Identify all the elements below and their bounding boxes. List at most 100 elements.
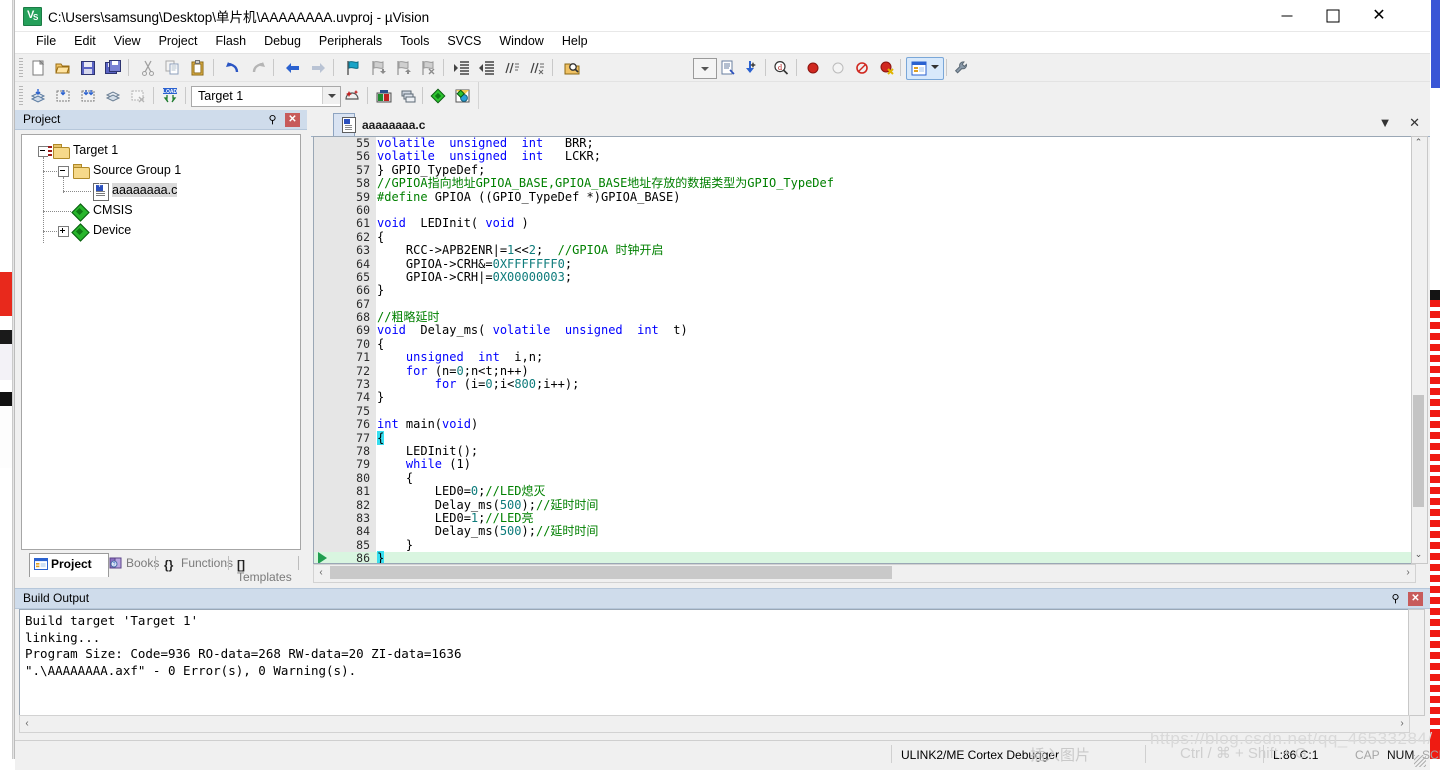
- open-file-button[interactable]: [52, 57, 74, 78]
- scroll-up-icon[interactable]: ⌃: [1412, 137, 1425, 151]
- close-button[interactable]: ✕: [1356, 0, 1402, 31]
- build-toolbar-grip[interactable]: [19, 86, 23, 105]
- tab-functions[interactable]: {} Functions: [160, 553, 233, 577]
- build-target-button[interactable]: [52, 85, 74, 106]
- start-debug-button[interactable]: d: [770, 57, 792, 78]
- pin-icon[interactable]: ⚲: [1389, 592, 1402, 605]
- new-file-button[interactable]: [27, 57, 49, 78]
- code-line[interactable]: 70 {: [314, 337, 1415, 351]
- scroll-thumb-horizontal[interactable]: [330, 566, 892, 579]
- find-in-files-button[interactable]: [561, 57, 583, 78]
- next-bookmark-button[interactable]: [392, 57, 414, 78]
- build-output-text[interactable]: Build target 'Target 1' linking... Progr…: [19, 609, 1410, 716]
- menu-help[interactable]: Help: [553, 32, 597, 51]
- save-button[interactable]: [77, 57, 99, 78]
- rebuild-all-button[interactable]: [77, 85, 99, 106]
- scroll-down-icon[interactable]: ⌄: [1412, 549, 1425, 563]
- target-options-button[interactable]: [341, 85, 363, 106]
- code-line[interactable]: 60: [314, 203, 1415, 217]
- code-line[interactable]: 63 RCC->APB2ENR|=1<<2; //GPIOA 时钟开启: [314, 243, 1415, 257]
- menu-edit[interactable]: Edit: [65, 32, 105, 51]
- code-line[interactable]: 65 GPIOA->CRH|=0X00000003;: [314, 270, 1415, 284]
- build-output-horizontal-scrollbar[interactable]: ‹ ›: [19, 715, 1410, 733]
- scroll-right-icon[interactable]: ›: [1395, 716, 1409, 731]
- code-line[interactable]: 82 Delay_ms(500);//延时时间: [314, 498, 1415, 512]
- kill-all-breakpoints-button[interactable]: [876, 57, 898, 78]
- code-line[interactable]: 55 volatile unsigned int BRR;: [314, 137, 1415, 150]
- code-line[interactable]: 69 void Delay_ms( volatile unsigned int t…: [314, 324, 1415, 338]
- code-line[interactable]: 59 #define GPIOA ((GPIO_TypeDef *)GPIOA_B…: [314, 190, 1415, 204]
- menu-file[interactable]: File: [27, 32, 65, 51]
- expander-icon[interactable]: [58, 166, 69, 177]
- code-line[interactable]: 73 for (i=0;i<800;i++);: [314, 377, 1415, 391]
- tab-close-icon[interactable]: ✕: [1409, 115, 1420, 130]
- chevron-down-icon[interactable]: [322, 87, 340, 104]
- batch-build-button[interactable]: [102, 85, 124, 106]
- navigate-backward-button[interactable]: [282, 57, 304, 78]
- code-line[interactable]: 75: [314, 404, 1415, 418]
- configuration-wizard-button[interactable]: [717, 57, 739, 78]
- code-line[interactable]: 61 void LEDInit( void ): [314, 216, 1415, 230]
- pack-installer-button[interactable]: [398, 85, 420, 106]
- code-line[interactable]: 58 //GPIOA指向地址GPIOA_BASE,GPIOA_BASE地址存放的数…: [314, 176, 1415, 190]
- menu-peripherals[interactable]: Peripherals: [310, 32, 391, 51]
- code-line[interactable]: 79 while (1): [314, 457, 1415, 471]
- cmsis-component-button[interactable]: [427, 85, 449, 106]
- menu-debug[interactable]: Debug: [255, 32, 310, 51]
- target-selector[interactable]: Target 1: [191, 86, 341, 107]
- copy-button[interactable]: [162, 57, 184, 78]
- menu-tools[interactable]: Tools: [391, 32, 438, 51]
- code-line[interactable]: 67: [314, 297, 1415, 311]
- code-line[interactable]: 77 {: [314, 430, 1415, 445]
- tree-item-device[interactable]: Device: [22, 221, 300, 242]
- resize-grip[interactable]: [1414, 755, 1426, 767]
- translate-file-button[interactable]: [27, 85, 49, 106]
- indent-button[interactable]: [451, 57, 473, 78]
- scroll-thumb[interactable]: [1413, 395, 1424, 507]
- tab-project[interactable]: Project: [29, 553, 109, 577]
- code-line[interactable]: 84 Delay_ms(500);//延时时间: [314, 524, 1415, 538]
- toolbar-grip[interactable]: [19, 58, 23, 77]
- clear-bookmarks-button[interactable]: [417, 57, 439, 78]
- code-editor[interactable]: 55 volatile unsigned int BRR; 56 volatile u…: [313, 136, 1416, 564]
- comment-button[interactable]: [501, 57, 523, 78]
- code-line[interactable]: 76 int main(void): [314, 417, 1415, 431]
- navigate-forward-button[interactable]: [307, 57, 329, 78]
- paste-button[interactable]: [187, 57, 209, 78]
- editor-horizontal-scrollbar[interactable]: ‹ ›: [313, 564, 1416, 583]
- code-line[interactable]: 83 LED0=1;//LED亮: [314, 511, 1415, 525]
- code-line[interactable]: 71 unsigned int i,n;: [314, 350, 1415, 364]
- manage-components-button[interactable]: [373, 85, 395, 106]
- close-icon[interactable]: ✕: [285, 113, 300, 127]
- uncomment-button[interactable]: [526, 57, 548, 78]
- code-line[interactable]: 86}: [314, 551, 1415, 563]
- tree-item-target-1[interactable]: Target 1: [22, 141, 300, 161]
- toggle-bookmark-button[interactable]: [342, 57, 364, 78]
- cut-button[interactable]: [137, 57, 159, 78]
- disable-breakpoint-button[interactable]: [851, 57, 873, 78]
- manage-runtime-button[interactable]: [452, 85, 474, 106]
- code-line[interactable]: 66}: [314, 283, 1415, 297]
- scroll-left-icon[interactable]: ‹: [314, 565, 328, 580]
- editor-tab-aaaaaaaa-c[interactable]: aaaaaaaa.c: [333, 113, 425, 136]
- download-to-flash-button[interactable]: LOAD: [159, 85, 181, 106]
- minimize-button[interactable]: [1264, 0, 1310, 31]
- debug-session-combo[interactable]: [693, 58, 717, 79]
- manage-windows-button[interactable]: [906, 57, 944, 80]
- editor-vertical-scrollbar[interactable]: ⌃ ⌄: [1411, 136, 1428, 564]
- tab-books[interactable]: ? Books: [105, 553, 159, 577]
- previous-bookmark-button[interactable]: [367, 57, 389, 78]
- code-line[interactable]: 78 LEDInit();: [314, 444, 1415, 458]
- tab-templates[interactable]: []Templates: [233, 553, 299, 584]
- code-line[interactable]: 68 //粗略延时: [314, 310, 1415, 324]
- insert-breakpoint-button[interactable]: [802, 57, 824, 78]
- code-line[interactable]: 80 {: [314, 471, 1415, 485]
- code-line[interactable]: 56 volatile unsigned int LCKR;: [314, 149, 1415, 163]
- stop-build-button[interactable]: [127, 85, 149, 106]
- code-line[interactable]: 74}: [314, 391, 1415, 405]
- configure-button[interactable]: [951, 57, 973, 78]
- menu-flash[interactable]: Flash: [206, 32, 255, 51]
- menu-view[interactable]: View: [105, 32, 150, 51]
- tab-list-dropdown-icon[interactable]: ▼: [1379, 115, 1392, 130]
- expander-icon[interactable]: [58, 226, 69, 237]
